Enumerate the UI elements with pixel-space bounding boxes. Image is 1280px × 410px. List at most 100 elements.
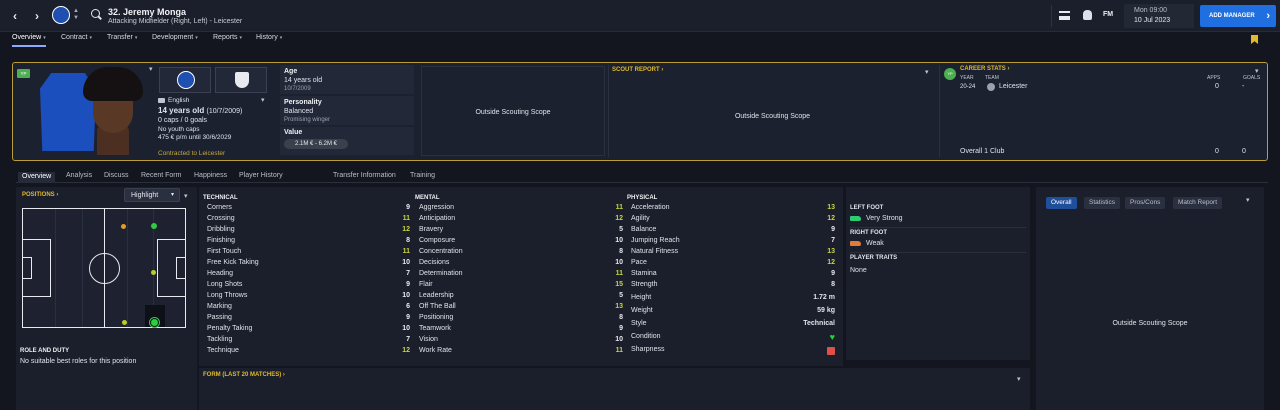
back-arrow-icon[interactable]: ‹	[8, 9, 22, 23]
form-title[interactable]: FORM (LAST 20 MATCHES) ›	[203, 372, 285, 378]
attribute-row[interactable]: Strength 8	[631, 281, 835, 292]
subtab-discuss[interactable]: Discuss	[104, 172, 129, 179]
attribute-row[interactable]: Corners 9	[207, 204, 410, 215]
boot-icon	[850, 240, 861, 246]
attribute-row[interactable]: Flair 15	[419, 281, 623, 292]
tab-overall[interactable]: Overall	[1046, 197, 1077, 209]
attribute-row[interactable]: Determination 11	[419, 270, 623, 281]
fm-button[interactable]: FM	[1103, 11, 1113, 18]
attribute-row[interactable]: Jumping Reach 7	[631, 237, 835, 248]
attribute-name: Decisions	[419, 259, 450, 266]
subtab-training[interactable]: Training	[410, 172, 435, 179]
position-dot[interactable]	[151, 270, 156, 275]
attribute-row[interactable]: Aggression 11	[419, 204, 623, 215]
chevron-down-icon[interactable]: ▾	[1255, 67, 1259, 75]
contract-link[interactable]: Contracted to Leicester	[158, 150, 225, 157]
attribute-row[interactable]: Tackling 7	[207, 336, 410, 347]
attribute-row[interactable]: Decisions 10	[419, 259, 623, 270]
attribute-row[interactable]: Finishing 8	[207, 237, 410, 248]
attribute-row[interactable]: Crossing 11	[207, 215, 410, 226]
tab-development[interactable]: Development ▾	[152, 34, 198, 41]
attribute-row[interactable]: Bravery 5	[419, 226, 623, 237]
attribute-row[interactable]: Off The Ball 13	[419, 303, 623, 314]
scout-report-title[interactable]: SCOUT REPORT ›	[612, 67, 663, 73]
tab-transfer[interactable]: Transfer ▾	[107, 34, 137, 41]
feet-panel: LEFT FOOT Very Strong RIGHT FOOT Weak PL…	[846, 187, 1030, 360]
attribute-row[interactable]: Long Shots 9	[207, 281, 410, 292]
forward-arrow-icon[interactable]: ›	[30, 9, 44, 23]
chevron-down-icon[interactable]: ▾	[925, 68, 929, 76]
chevron-down-icon[interactable]: ▾	[149, 65, 153, 73]
menu-icon[interactable]	[1059, 11, 1070, 20]
tab-history[interactable]: History ▾	[256, 34, 282, 41]
club-crest-icon[interactable]	[52, 6, 70, 24]
attribute-row[interactable]: Concentration 8	[419, 248, 623, 259]
tab-contract[interactable]: Contract ▾	[61, 34, 92, 41]
tab-match-report[interactable]: Match Report	[1173, 197, 1223, 209]
tab-overview[interactable]: Overview ▾	[12, 34, 46, 47]
attribute-name: Bravery	[419, 226, 444, 233]
attribute-row[interactable]: Anticipation 12	[419, 215, 623, 226]
attribute-row[interactable]: Acceleration 13	[631, 204, 835, 215]
bookmark-icon[interactable]	[1251, 35, 1258, 44]
traits-value: None	[850, 267, 867, 274]
attribute-row[interactable]: Natural Fitness 13	[631, 248, 835, 259]
subtab-transfer-information[interactable]: Transfer Information	[333, 172, 396, 179]
position-dot[interactable]	[121, 224, 126, 229]
attribute-row[interactable]: Heading 7	[207, 270, 410, 281]
attribute-row[interactable]: Pace 12	[631, 259, 835, 270]
highlight-select[interactable]: Highlight ▾	[124, 188, 180, 202]
subtab-happiness[interactable]: Happiness	[194, 172, 227, 179]
attribute-row[interactable]: Passing 9	[207, 314, 410, 325]
attribute-row[interactable]: Teamwork 9	[419, 325, 623, 336]
position-dot[interactable]	[151, 223, 157, 229]
attribute-row[interactable]: Balance 9	[631, 226, 835, 237]
attribute-row[interactable]: Dribbling 12	[207, 226, 410, 237]
attribute-row[interactable]: Penalty Taking 10	[207, 325, 410, 336]
add-manager-button[interactable]: ADD MANAGER	[1200, 5, 1276, 27]
attribute-row[interactable]: Technique 12	[207, 347, 410, 358]
attribute-row[interactable]: First Touch 11	[207, 248, 410, 259]
attribute-row[interactable]: Agility 12	[631, 215, 835, 226]
search-icon[interactable]	[91, 9, 100, 18]
positions-title[interactable]: POSITIONS ›	[22, 192, 58, 198]
tab-pros-cons[interactable]: Pros/Cons	[1125, 197, 1166, 209]
subtab-player-history[interactable]: Player History	[239, 172, 283, 179]
attribute-row[interactable]: Composure 10	[419, 237, 623, 248]
attribute-value: 11	[615, 347, 623, 354]
attribute-row[interactable]: Long Throws 10	[207, 292, 410, 303]
date-day: 10 Jul 2023	[1134, 17, 1171, 24]
face-image	[83, 67, 143, 155]
attribute-name: Teamwork	[419, 325, 451, 332]
attribute-row[interactable]: Vision 10	[419, 336, 623, 347]
attribute-row[interactable]: Free Kick Taking 10	[207, 259, 410, 270]
attribute-row[interactable]: Stamina 9	[631, 270, 835, 281]
sort-toggle-icon[interactable]: ▲ ▼	[73, 8, 79, 22]
subtab-overview[interactable]: Overview	[18, 172, 56, 183]
chevron-down-icon[interactable]: ▾	[1246, 196, 1250, 204]
career-stats-title[interactable]: CAREER STATS ›	[960, 66, 1009, 72]
attribute-row[interactable]: Work Rate 11	[419, 347, 623, 358]
chevron-down-icon[interactable]: ▾	[261, 96, 265, 104]
selected-position-dot[interactable]	[150, 318, 159, 327]
attribute-row[interactable]: Leadership 5	[419, 292, 623, 303]
position-pitch[interactable]	[22, 208, 186, 328]
skull-icon[interactable]	[1083, 10, 1092, 20]
subtab-analysis[interactable]: Analysis	[66, 172, 92, 179]
chevron-down-icon[interactable]: ▾	[184, 192, 188, 200]
club-crest-box[interactable]	[159, 67, 211, 93]
attribute-row[interactable]: Positioning 8	[419, 314, 623, 325]
attribute-name: Technique	[207, 347, 239, 354]
position-dot[interactable]	[122, 320, 127, 325]
tab-reports[interactable]: Reports ▾	[213, 34, 242, 41]
career-stats-panel: YP CAREER STATS › YEAR TEAM APPS GOALS ▾…	[939, 65, 1267, 157]
date-box[interactable]: Mon 09:00 10 Jul 2023	[1124, 4, 1194, 28]
attribute-name: Work Rate	[419, 347, 452, 354]
nation-crest-box[interactable]	[215, 67, 267, 93]
career-team[interactable]: Leicester	[999, 83, 1027, 90]
chevron-down-icon[interactable]: ▾	[1017, 375, 1021, 383]
attribute-name: Finishing	[207, 237, 236, 244]
subtab-recent-form[interactable]: Recent Form	[141, 172, 181, 179]
tab-statistics[interactable]: Statistics	[1084, 197, 1121, 209]
attribute-row[interactable]: Marking 6	[207, 303, 410, 314]
